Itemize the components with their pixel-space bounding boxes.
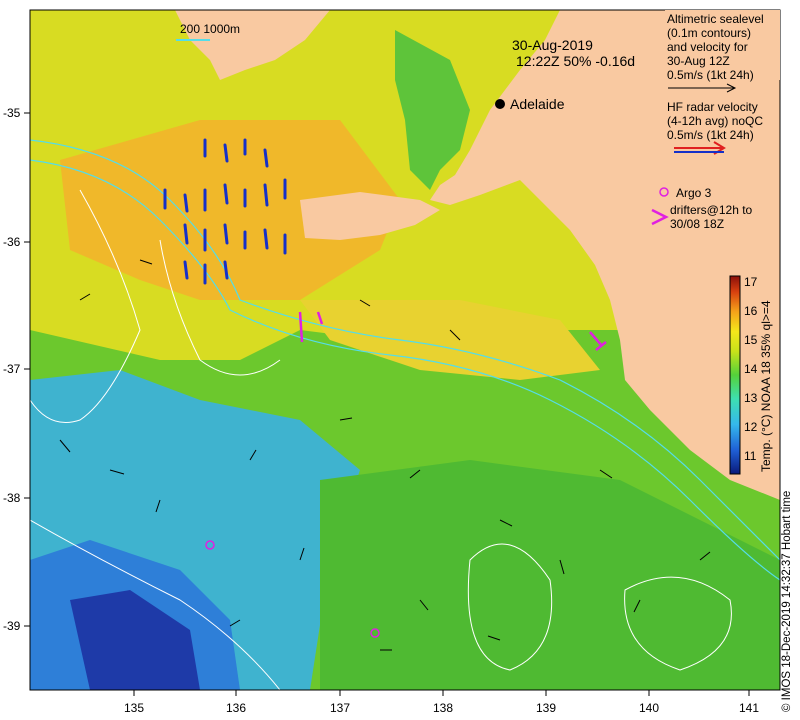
lat-tick-label: -37 xyxy=(3,362,21,376)
drifter-legend-line: 30/08 18Z xyxy=(670,217,724,231)
lat-tick-marks xyxy=(24,112,30,627)
drifter-legend-line: drifters@12h to xyxy=(670,203,753,217)
colorbar-tick-label: 11 xyxy=(744,449,757,463)
lon-tick-label: 138 xyxy=(433,701,453,715)
lon-tick-label: 139 xyxy=(536,701,556,715)
map-date: 30-Aug-2019 xyxy=(512,37,593,53)
sealevel-legend-line: and velocity for xyxy=(667,40,748,54)
argo-legend-label: Argo 3 xyxy=(676,186,712,200)
hf-radar-legend-line: HF radar velocity xyxy=(667,100,758,114)
city-marker xyxy=(495,99,505,109)
lon-tick-label: 136 xyxy=(226,701,246,715)
colorbar xyxy=(729,275,741,475)
sealevel-legend-line: 30-Aug 12Z xyxy=(667,54,730,68)
lon-tick-label: 137 xyxy=(330,701,350,715)
colorbar-tick-label: 16 xyxy=(744,304,758,318)
colorbar-tick-label: 12 xyxy=(744,420,758,434)
colorbar-tick-label: 13 xyxy=(744,391,758,405)
colorbar-title: Temp. (°C) NOAA 18 35% ql>=4 xyxy=(759,300,773,472)
colorbar-tick-label: 14 xyxy=(744,362,758,376)
lon-tick-label: 141 xyxy=(739,701,759,715)
map-time-stats: 12:22Z 50% -0.16d xyxy=(516,53,635,69)
lat-tick-label: -36 xyxy=(3,235,21,249)
hf-radar-legend-line: (4-12h avg) noQC xyxy=(667,114,763,128)
lon-tick-label: 135 xyxy=(124,701,144,715)
colorbar-tick-label: 15 xyxy=(744,333,758,347)
hf-radar-legend-line: 0.5m/s (1kt 24h) xyxy=(667,128,754,142)
sealevel-legend-line: Altimetric sealevel xyxy=(667,12,764,26)
lat-tick-label: -39 xyxy=(3,619,21,633)
credit-text: © IMOS 18-Dec-2019 14:32:37 Hobart time xyxy=(781,490,793,712)
sst-map: 135 136 137 138 139 140 141 -35 -36 -37 … xyxy=(3,9,781,715)
scale-bar-label: 200 1000m xyxy=(180,22,240,36)
city-label: Adelaide xyxy=(510,96,565,112)
lon-tick-label: 140 xyxy=(639,701,659,715)
lon-tick-marks xyxy=(133,690,750,696)
sealevel-legend-line: 0.5m/s (1kt 24h) xyxy=(667,68,754,82)
lat-tick-label: -38 xyxy=(3,491,21,505)
sealevel-legend-line: (0.1m contours) xyxy=(667,26,751,40)
lat-tick-label: -35 xyxy=(3,106,21,120)
colorbar-tick-label: 17 xyxy=(744,275,758,289)
